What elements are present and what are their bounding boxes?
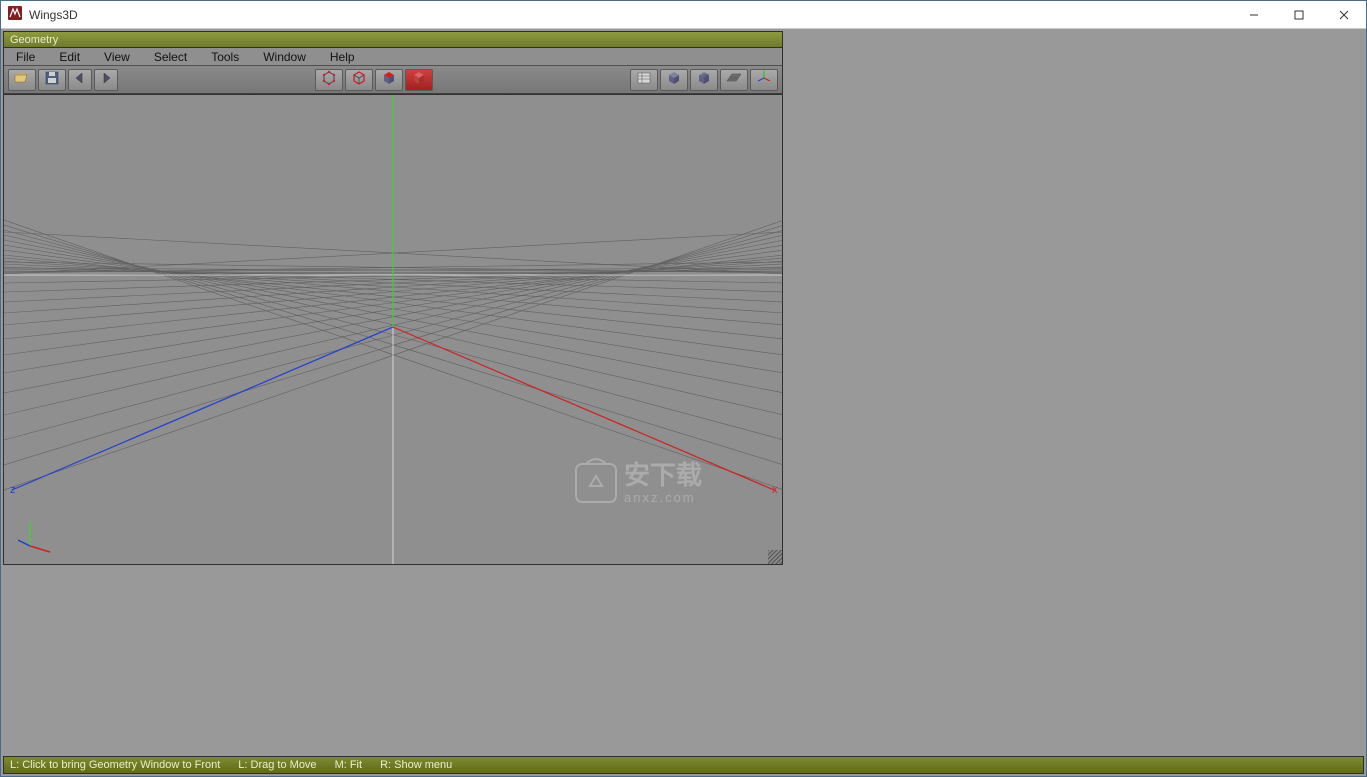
body-mode-button[interactable] [405, 69, 433, 91]
menu-file[interactable]: File [4, 49, 47, 65]
menu-help[interactable]: Help [318, 49, 367, 65]
cube-edge-icon [350, 69, 368, 90]
menu-window[interactable]: Window [251, 49, 318, 65]
status-l1: L: Click to bring Geometry Window to Fro… [10, 759, 220, 771]
cube-body-icon [410, 69, 428, 90]
save-button[interactable] [38, 69, 66, 91]
workmode-icon [635, 69, 653, 90]
window-title: Wings3D [29, 8, 78, 22]
menu-select[interactable]: Select [142, 49, 199, 65]
arrow-left-icon [71, 69, 89, 90]
app-icon [7, 5, 23, 24]
cube-face-icon [380, 69, 398, 90]
app-window: Wings3D Geometry File Edit View Select T… [0, 0, 1367, 777]
cube-vertex-icon [320, 69, 338, 90]
workmode-button[interactable] [630, 69, 658, 91]
folder-open-icon [13, 69, 31, 90]
floppy-disk-icon [43, 69, 61, 90]
toolbar [4, 66, 782, 94]
axes-icon [755, 69, 773, 90]
redo-button[interactable] [94, 69, 118, 91]
axis-gizmo [18, 516, 58, 556]
geometry-title[interactable]: Geometry [4, 32, 782, 48]
axis-x-label: x [772, 484, 778, 496]
minimize-button[interactable] [1231, 1, 1276, 28]
client-area: Geometry File Edit View Select Tools Win… [1, 29, 1366, 776]
undo-button[interactable] [68, 69, 92, 91]
maximize-button[interactable] [1276, 1, 1321, 28]
status-r: R: Show menu [380, 759, 452, 771]
arrow-right-icon [97, 69, 115, 90]
selection-mode-group [315, 69, 433, 91]
close-button[interactable] [1321, 1, 1366, 28]
open-button[interactable] [8, 69, 36, 91]
face-mode-button[interactable] [375, 69, 403, 91]
menubar: File Edit View Select Tools Window Help [4, 48, 782, 66]
ground-plane-button[interactable] [720, 69, 748, 91]
ground-plane-icon [725, 69, 743, 90]
cube-flat-icon [665, 69, 683, 90]
cube-smooth-icon [695, 69, 713, 90]
status-m: M: Fit [335, 759, 363, 771]
menu-edit[interactable]: Edit [47, 49, 92, 65]
view-options-group [630, 69, 778, 91]
window-controls [1231, 1, 1366, 28]
smooth-shading-button[interactable] [690, 69, 718, 91]
flat-shading-button[interactable] [660, 69, 688, 91]
statusbar: L: Click to bring Geometry Window to Fro… [3, 756, 1364, 774]
geometry-window[interactable]: Geometry File Edit View Select Tools Win… [3, 31, 783, 565]
vertex-mode-button[interactable] [315, 69, 343, 91]
edge-mode-button[interactable] [345, 69, 373, 91]
menu-tools[interactable]: Tools [199, 49, 251, 65]
resize-handle[interactable] [768, 550, 782, 564]
titlebar[interactable]: Wings3D [1, 1, 1366, 29]
3d-viewport[interactable]: x z [4, 94, 782, 564]
axes-button[interactable] [750, 69, 778, 91]
axis-z-label: z [10, 484, 16, 496]
menu-view[interactable]: View [92, 49, 142, 65]
status-l2: L: Drag to Move [238, 759, 316, 771]
